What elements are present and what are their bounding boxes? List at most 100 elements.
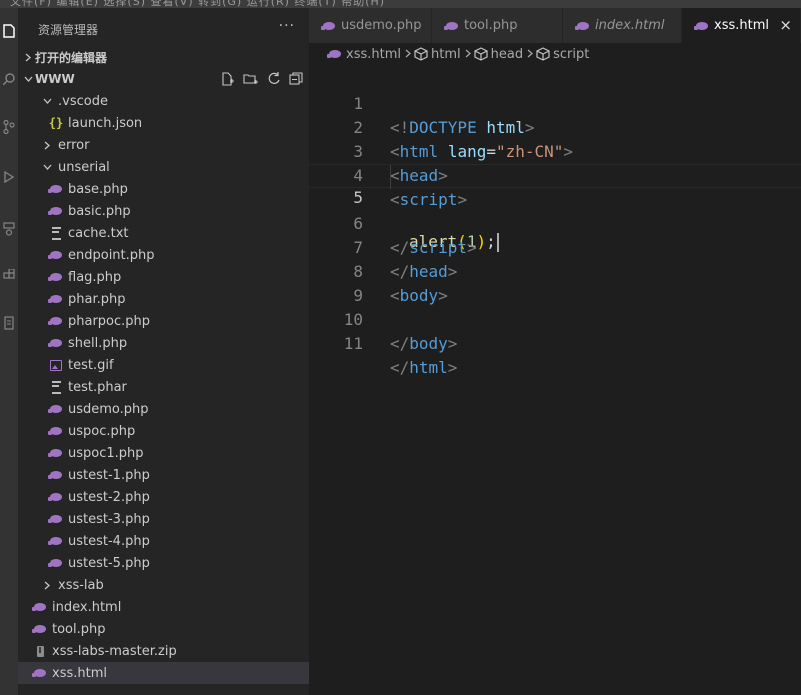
code-text: </body> — [390, 334, 458, 353]
breadcrumb: xss.html html head script — [309, 43, 801, 65]
file-item[interactable]: basic.php — [18, 200, 309, 222]
folder-item[interactable]: xss-lab — [18, 574, 309, 596]
folder-item[interactable]: .vscode — [18, 90, 309, 112]
file-item[interactable]: index.html — [18, 596, 309, 618]
item-label: ustest-3.php — [68, 511, 150, 527]
file-item[interactable]: uspoc1.php — [18, 442, 309, 464]
code-editor[interactable]: 1 <!DOCTYPE html> 2 <html lang="zh-CN"> … — [309, 68, 801, 695]
file-item[interactable]: ustest-1.php — [18, 464, 309, 486]
menu-bar: 文件(F) 编辑(E) 选择(S) 查看(V) 转到(G) 运行(R) 终端(T… — [0, 0, 801, 8]
run-debug-icon[interactable] — [0, 168, 18, 186]
json-file-icon: {} — [48, 116, 64, 130]
folder-item[interactable]: unserial — [18, 156, 309, 178]
new-folder-icon[interactable] — [243, 72, 259, 86]
file-item[interactable]: uspoc.php — [18, 420, 309, 442]
file-item[interactable]: ustest-4.php — [18, 530, 309, 552]
item-label: ustest-4.php — [68, 533, 150, 549]
file-item[interactable]: usdemo.php — [18, 398, 309, 420]
file-item[interactable]: shell.php — [18, 332, 309, 354]
chevron-right-icon — [40, 134, 54, 156]
file-item[interactable]: test.phar — [18, 376, 309, 398]
explorer-icon[interactable] — [0, 22, 18, 40]
testing-icon[interactable] — [0, 314, 18, 332]
chevron-right-icon — [465, 47, 471, 61]
source-control-icon[interactable] — [0, 118, 18, 136]
chevron-right-icon — [21, 46, 35, 68]
item-label: ustest-2.php — [68, 489, 150, 505]
item-label: ustest-1.php — [68, 467, 150, 483]
remote-icon[interactable] — [0, 220, 18, 238]
file-item[interactable]: test.gif — [18, 354, 309, 376]
tab-index-html[interactable]: index.html — [563, 8, 682, 43]
item-label: base.php — [68, 181, 128, 197]
more-actions-button[interactable]: ··· — [279, 18, 295, 34]
chevron-down-icon — [21, 68, 35, 90]
file-item[interactable]: tool.php — [18, 618, 309, 640]
file-item[interactable]: flag.php — [18, 266, 309, 288]
cube-icon — [536, 47, 550, 61]
refresh-icon[interactable] — [267, 72, 281, 86]
open-editors-section[interactable]: 打开的编辑器 — [18, 46, 309, 68]
chevron-right-icon — [40, 574, 54, 596]
php-file-icon — [48, 178, 64, 200]
item-label: xss.html — [52, 665, 107, 681]
php-file-icon — [48, 464, 64, 486]
tab-usdemo-php[interactable]: usdemo.php — [309, 8, 432, 43]
php-file-icon — [32, 618, 48, 640]
php-file-icon — [48, 332, 64, 354]
php-file-icon — [48, 530, 64, 552]
new-file-icon[interactable] — [221, 72, 235, 86]
search-icon[interactable] — [0, 70, 18, 88]
close-icon[interactable]: × — [779, 18, 792, 33]
php-file-icon — [48, 420, 64, 442]
file-item[interactable]: {} launch.json — [18, 112, 309, 134]
item-label: flag.php — [68, 269, 122, 285]
indent-guide — [390, 165, 391, 189]
file-item[interactable]: phar.php — [18, 288, 309, 310]
php-file-icon — [48, 552, 64, 574]
item-label: shell.php — [68, 335, 128, 351]
php-file-icon — [48, 398, 64, 420]
chevron-right-icon — [527, 47, 533, 61]
file-item[interactable]: pharpoc.php — [18, 310, 309, 332]
chevron-down-icon — [40, 90, 54, 112]
code-line: 2 <html lang="zh-CN"> — [309, 92, 801, 161]
breadcrumb-head[interactable]: head — [474, 47, 523, 62]
code-text: </html> — [390, 358, 458, 377]
file-item[interactable]: base.php — [18, 178, 309, 200]
tab-label: tool.php — [464, 18, 518, 33]
extensions-icon[interactable] — [0, 266, 18, 284]
file-item[interactable]: ustest-3.php — [18, 508, 309, 530]
explorer-header: 资源管理器 ··· — [18, 18, 309, 40]
tab-tool-php[interactable]: tool.php — [432, 8, 563, 43]
text-file-icon — [48, 376, 64, 398]
php-file-icon — [48, 310, 64, 332]
item-label: unserial — [58, 159, 110, 175]
item-label: test.gif — [68, 357, 114, 373]
breadcrumb-script[interactable]: script — [536, 47, 589, 62]
file-item[interactable]: ustest-2.php — [18, 486, 309, 508]
item-label: uspoc1.php — [68, 445, 144, 461]
image-file-icon — [48, 354, 64, 376]
php-file-icon — [48, 244, 64, 266]
item-label: phar.php — [68, 291, 126, 307]
file-item[interactable]: xss-labs-master.zip — [18, 640, 309, 662]
menu-bar-text[interactable]: 文件(F) 编辑(E) 选择(S) 查看(V) 转到(G) 运行(R) 终端(T… — [10, 0, 385, 8]
tab-xss-html[interactable]: xss.html × — [682, 8, 801, 43]
folder-item[interactable]: error — [18, 134, 309, 156]
file-item[interactable]: xss.html — [18, 662, 309, 684]
collapse-all-icon[interactable] — [289, 72, 303, 86]
item-label: .vscode — [58, 93, 108, 109]
breadcrumb-file[interactable]: xss.html — [327, 43, 401, 65]
code-line: 4 <script> — [309, 140, 801, 209]
php-file-icon — [694, 15, 710, 37]
php-file-icon — [48, 442, 64, 464]
breadcrumb-html[interactable]: html — [414, 47, 461, 62]
file-item[interactable]: cache.txt — [18, 222, 309, 244]
file-item[interactable]: endpoint.php — [18, 244, 309, 266]
file-item[interactable]: ustest-5.php — [18, 552, 309, 574]
workspace-root[interactable]: WWW — [18, 68, 309, 90]
workspace-root-label: WWW — [35, 72, 75, 86]
code-line: 10 </body> — [309, 284, 801, 353]
item-label: launch.json — [68, 115, 143, 131]
